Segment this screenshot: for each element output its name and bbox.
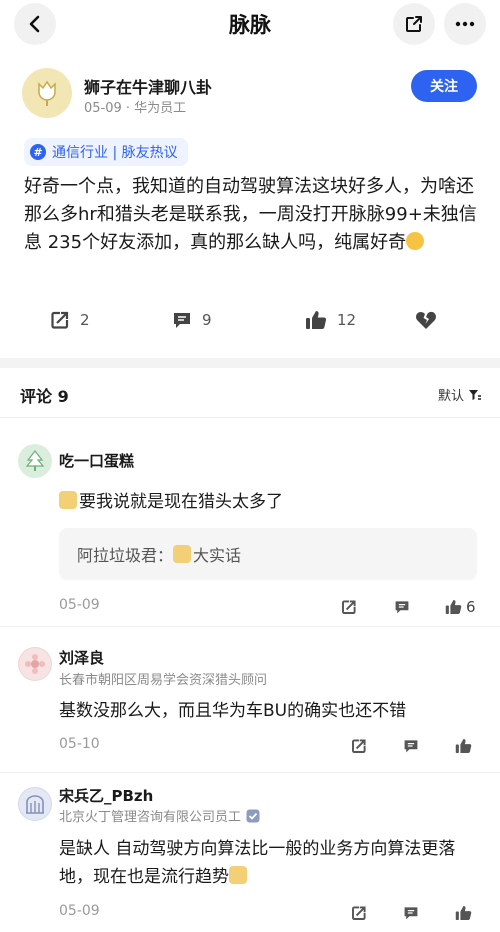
verified-icon bbox=[246, 809, 260, 822]
commenter-name[interactable]: 宋兵乙_PBzh bbox=[59, 785, 153, 806]
like-button[interactable]: 12 bbox=[305, 305, 356, 335]
share-icon bbox=[406, 16, 422, 32]
thumbs-up-icon bbox=[455, 906, 472, 920]
tulip-icon bbox=[38, 80, 56, 106]
reply-preview[interactable]: 阿拉垃圾君： 大实话 bbox=[59, 528, 477, 580]
sticker-icon bbox=[59, 491, 77, 509]
topic-tag[interactable]: # 通信行业 | 脉友热议 bbox=[24, 138, 188, 166]
commenter-avatar[interactable] bbox=[18, 647, 52, 681]
top-bar: 脉脉 bbox=[0, 0, 500, 52]
post-card: 狮子在牛津聊八卦 05-09 · 华为员工 关注 # 通信行业 | 脉友热议 好… bbox=[0, 52, 500, 358]
more-icon bbox=[455, 21, 475, 27]
comment-footer: 05-09 6 bbox=[59, 595, 479, 619]
share-button[interactable] bbox=[393, 3, 435, 45]
author-avatar[interactable] bbox=[22, 68, 72, 118]
comment-footer: 05-09 bbox=[59, 901, 479, 925]
commenter-avatar[interactable] bbox=[18, 444, 52, 478]
follow-button[interactable]: 关注 bbox=[411, 70, 477, 102]
comments-title: 评论 9 bbox=[20, 387, 69, 406]
comment-icon bbox=[404, 907, 418, 920]
tree-icon bbox=[25, 450, 45, 471]
reply-text: 大实话 bbox=[193, 546, 242, 565]
repost-icon bbox=[342, 600, 356, 614]
comment-repost-button[interactable] bbox=[351, 734, 367, 758]
commenter-title: 北京火丁管理咨询有限公司员工 bbox=[59, 806, 260, 825]
hash-icon: # bbox=[30, 144, 46, 160]
comment-text-content: 是缺人 自动驾驶方向算法比一般的业务方向算法更落地，现在也是流行趋势 bbox=[59, 839, 456, 887]
building-icon bbox=[26, 795, 44, 814]
comment-date: 05-09 bbox=[59, 903, 100, 919]
author-name[interactable]: 狮子在牛津聊八卦 bbox=[84, 74, 212, 98]
topic-label: 通信行业 | 脉友热议 bbox=[52, 145, 178, 161]
comment-reply-button[interactable] bbox=[403, 734, 419, 758]
comment-like-button[interactable] bbox=[455, 901, 472, 925]
commenter-avatar[interactable] bbox=[18, 787, 52, 821]
comment-button[interactable]: 9 bbox=[172, 305, 212, 335]
comment-text-content: 要我说就是现在猎头太多了 bbox=[79, 492, 283, 512]
repost-icon bbox=[352, 739, 366, 753]
repost-icon bbox=[51, 311, 69, 329]
comment-reply-button[interactable] bbox=[394, 595, 410, 619]
thumbs-up-icon bbox=[445, 600, 462, 614]
sort-label: 默认 bbox=[437, 389, 464, 404]
repost-count: 2 bbox=[80, 311, 90, 329]
comment-like-count: 6 bbox=[466, 598, 476, 616]
post-body: 好奇一个点，我知道的自动驾驶算法这块好多人，为啥还那么多hr和猎头老是联系我，一… bbox=[24, 173, 480, 257]
comment-icon bbox=[174, 313, 190, 328]
repost-button[interactable]: 2 bbox=[50, 305, 90, 335]
comment-like-button[interactable]: 6 bbox=[445, 595, 476, 619]
section-separator bbox=[0, 358, 500, 368]
post-actions: 2 9 12 bbox=[0, 305, 500, 335]
repost-icon bbox=[352, 906, 366, 920]
comment-item: 宋兵乙_PBzh 北京火丁管理咨询有限公司员工 是缺人 自动驾驶方向算法比一般的… bbox=[0, 773, 500, 932]
commenter-name[interactable]: 刘泽良 bbox=[59, 647, 104, 668]
broken-heart-icon bbox=[416, 311, 436, 329]
comment-text: 是缺人 自动驾驶方向算法比一般的业务方向算法更落地，现在也是流行趋势 bbox=[59, 835, 475, 891]
comment-repost-button[interactable] bbox=[341, 595, 357, 619]
sticker-icon bbox=[229, 866, 247, 884]
commenter-name[interactable]: 吃一口蛋糕 bbox=[59, 450, 134, 471]
reply-author: 阿拉垃圾君： bbox=[77, 546, 174, 565]
comment-item: 吃一口蛋糕 要我说就是现在猎头太多了 阿拉垃圾君： 大实话 05-09 6 bbox=[0, 418, 500, 625]
like-count: 12 bbox=[337, 311, 357, 329]
more-button[interactable] bbox=[444, 3, 486, 45]
comment-footer: 05-10 bbox=[59, 734, 479, 758]
comment-date: 05-09 bbox=[59, 597, 100, 613]
author-meta: 05-09 · 华为员工 bbox=[84, 101, 187, 116]
comment-date: 05-10 bbox=[59, 736, 100, 752]
sort-filter-icon bbox=[469, 389, 481, 400]
comment-text: 基数没那么大，而且华为车BU的确实也还不错 bbox=[59, 701, 407, 721]
commenter-company: 北京火丁管理咨询有限公司员工 bbox=[59, 810, 242, 825]
sort-dropdown[interactable]: 默认 bbox=[438, 385, 482, 404]
thumbs-up-icon bbox=[455, 739, 472, 753]
comment-icon bbox=[404, 740, 418, 753]
sticker-icon bbox=[173, 545, 192, 563]
flower-icon bbox=[25, 654, 45, 674]
comments-header: 评论 9 默认 bbox=[0, 368, 500, 418]
comment-reply-button[interactable] bbox=[403, 901, 419, 925]
dislike-button[interactable] bbox=[415, 305, 437, 335]
comment-count: 9 bbox=[202, 311, 212, 329]
astonished-face-icon bbox=[406, 232, 425, 250]
thumbs-up-icon bbox=[306, 311, 327, 329]
comment-like-button[interactable] bbox=[455, 734, 472, 758]
comment-icon bbox=[395, 601, 409, 614]
comment-text: 要我说就是现在猎头太多了 bbox=[59, 488, 479, 516]
commenter-title: 长春市朝阳区周易学会资深猎头顾问 bbox=[59, 673, 268, 688]
comment-item: 刘泽良 长春市朝阳区周易学会资深猎头顾问 基数没那么大，而且华为车BU的确实也还… bbox=[0, 627, 500, 772]
comment-repost-button[interactable] bbox=[351, 901, 367, 925]
